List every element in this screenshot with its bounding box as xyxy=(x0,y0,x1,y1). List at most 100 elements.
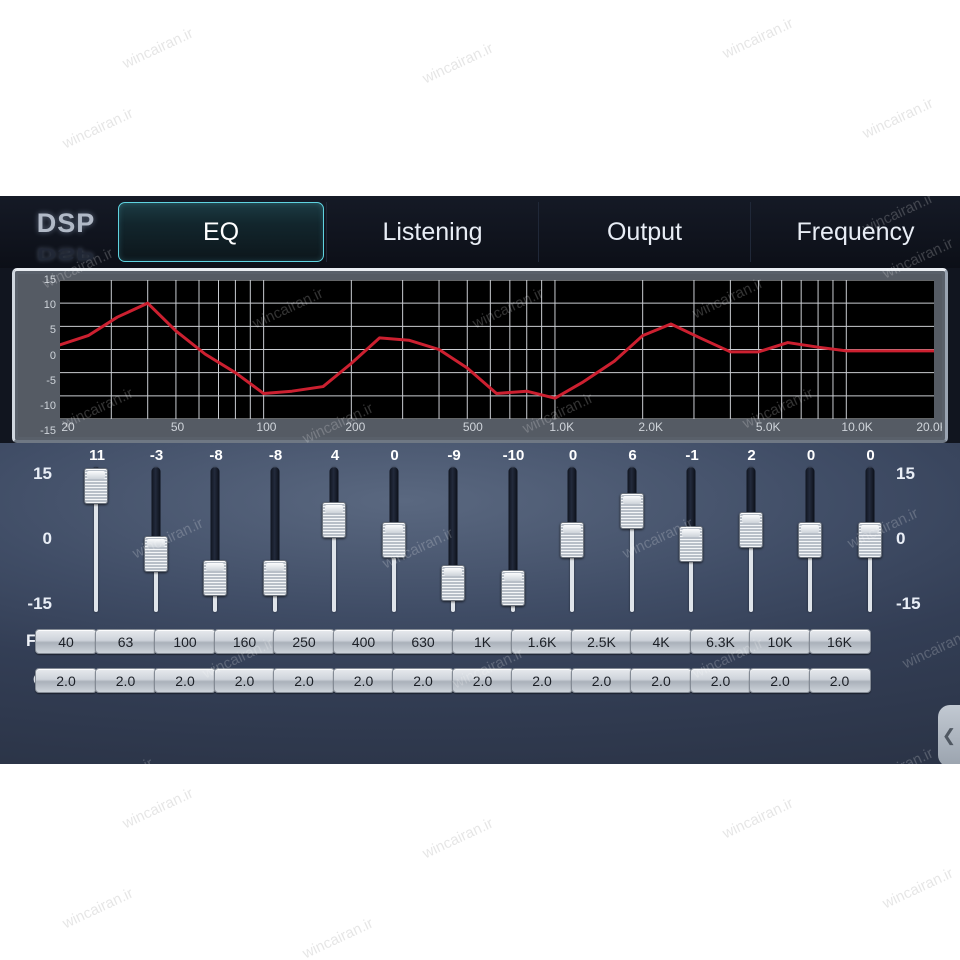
band-gain-value: -8 xyxy=(209,447,223,464)
q-cell[interactable]: 2.0 xyxy=(154,668,216,693)
band-gain-value: 0 xyxy=(568,447,578,464)
gain-scale-left-tick: 0 xyxy=(42,529,52,548)
fader-thumb[interactable] xyxy=(262,560,287,597)
tab-listening-label: Listening xyxy=(382,217,483,246)
fc-cell[interactable]: 10K xyxy=(749,629,811,654)
fader-thumb[interactable] xyxy=(143,536,168,572)
fc-cell[interactable]: 4K xyxy=(630,629,692,654)
q-cell[interactable]: 2.0 xyxy=(570,668,633,693)
fc-cell[interactable]: 40 xyxy=(35,629,97,654)
band-gain-value: 4 xyxy=(330,447,340,464)
watermark: wincairan.ir xyxy=(299,914,376,960)
fc-cell[interactable]: 16K xyxy=(808,629,871,654)
band-gain-value: -3 xyxy=(149,447,164,464)
fc-cell[interactable]: 630 xyxy=(392,629,454,654)
graph-x-tick: 10.0K xyxy=(841,420,873,434)
panel-collapse-handle[interactable]: ❮ xyxy=(938,705,960,764)
band-strip[interactable]: 6 xyxy=(602,443,664,633)
graph-y-tick: -5 xyxy=(46,374,56,387)
fader-thumb[interactable] xyxy=(857,521,882,558)
graph-x-tick: 5.0K xyxy=(755,420,781,434)
fc-cell[interactable]: 2.5K xyxy=(570,629,633,654)
graph-y-tick: 15 xyxy=(43,274,56,286)
tab-output-label: Output xyxy=(606,217,683,246)
band-strip[interactable]: -10 xyxy=(483,443,545,633)
q-cell[interactable]: 2.0 xyxy=(35,668,97,693)
band-strip[interactable]: -9 xyxy=(423,443,485,633)
fader-thumb[interactable] xyxy=(619,492,644,529)
graph-plot-area[interactable] xyxy=(60,280,934,419)
q-cell[interactable]: 2.0 xyxy=(451,668,514,693)
band-strip[interactable]: 11 xyxy=(66,443,128,633)
q-cell[interactable]: 2.0 xyxy=(332,668,395,693)
q-cell[interactable]: 2.0 xyxy=(511,668,573,693)
q-cell[interactable]: 2.0 xyxy=(94,668,157,693)
band-gain-value: -1 xyxy=(685,447,699,464)
band-strip[interactable]: 0 xyxy=(542,443,604,633)
graph-y-tick: 0 xyxy=(49,349,56,362)
fc-cell[interactable]: 6.3K xyxy=(689,629,752,654)
watermark: wincairan.ir xyxy=(119,24,196,73)
band-strip[interactable]: 0 xyxy=(364,443,426,633)
fader-thumb[interactable] xyxy=(441,565,465,601)
band-gain-value: -9 xyxy=(447,447,461,464)
fader-thumb[interactable] xyxy=(322,502,346,539)
graph-x-tick: 100 xyxy=(256,420,277,434)
fc-cell[interactable]: 100 xyxy=(154,629,216,654)
band-gain-value: 11 xyxy=(89,447,105,464)
tab-frequency[interactable]: Frequency xyxy=(750,202,960,262)
fader-thumb[interactable] xyxy=(84,468,108,505)
band-gain-value: -10 xyxy=(502,447,525,464)
q-cell[interactable]: 2.0 xyxy=(749,668,811,693)
watermark: wincairan.ir xyxy=(59,104,136,153)
fader-thumb[interactable] xyxy=(798,521,822,558)
band-strip[interactable]: 0 xyxy=(840,443,902,633)
fc-cell[interactable]: 400 xyxy=(332,629,395,654)
tab-output[interactable]: Output xyxy=(538,202,750,262)
watermark: wincairan.ir xyxy=(719,794,796,843)
q-cell[interactable]: 2.0 xyxy=(689,668,752,693)
q-cell[interactable]: 2.0 xyxy=(273,668,335,693)
band-strip[interactable]: 4 xyxy=(304,443,366,633)
band-strip[interactable]: 0 xyxy=(780,443,842,633)
watermark: wincairan.ir xyxy=(859,94,936,143)
chevron-left-icon: ❮ xyxy=(941,726,957,745)
band-strip[interactable]: 2 xyxy=(721,443,783,633)
dsp-logo-text: DSP xyxy=(36,208,96,238)
graph-x-tick: 50 xyxy=(170,420,185,434)
fader-thumb[interactable] xyxy=(560,521,584,558)
band-strip[interactable]: -1 xyxy=(661,443,723,633)
tab-eq[interactable]: EQ xyxy=(118,202,324,262)
fc-cell[interactable]: 1.6K xyxy=(511,629,573,654)
tab-eq-label: EQ xyxy=(202,217,240,246)
graph-x-axis: 20 50 100 200 500 1.0K 2.0K 5.0K 10.0K 20.0K xyxy=(18,420,942,436)
graph-x-tick: 20 xyxy=(61,420,75,434)
band-strip[interactable]: -8 xyxy=(245,443,307,633)
q-cell[interactable]: 2.0 xyxy=(808,668,871,693)
graph-curve-svg xyxy=(60,280,934,419)
tab-listening[interactable]: Listening xyxy=(326,202,538,262)
band-strip[interactable]: -8 xyxy=(185,443,247,633)
fc-cell[interactable]: 160 xyxy=(213,629,276,654)
fader-thumb[interactable] xyxy=(381,521,406,558)
band-strip[interactable]: -3 xyxy=(126,443,188,633)
band-gain-value: 0 xyxy=(806,447,816,464)
graph-x-tick: 500 xyxy=(462,420,483,434)
fc-cell[interactable]: 1K xyxy=(451,629,514,654)
fc-cell[interactable]: 63 xyxy=(94,629,157,654)
q-cell[interactable]: 2.0 xyxy=(630,668,692,693)
graph-y-tick: 10 xyxy=(43,299,56,312)
fader-thumb[interactable] xyxy=(679,526,703,563)
q-cell[interactable]: 2.0 xyxy=(392,668,454,693)
graph-x-tick: 200 xyxy=(345,420,366,434)
graph-y-axis: 15 10 5 0 -5 -10 -15 xyxy=(18,274,60,437)
fader-thumb[interactable] xyxy=(738,511,763,548)
fader-thumb[interactable] xyxy=(203,560,227,597)
band-gain-value: -8 xyxy=(268,447,283,464)
gain-scale-right: 15 0 -15 xyxy=(896,443,942,633)
watermark: wincairan.ir xyxy=(879,864,956,913)
fader-thumb[interactable] xyxy=(500,569,525,606)
eq-response-graph[interactable]: 15 10 5 0 -5 -10 -15 20 50 100 200 500 1.0K 2.0K 5.0K… xyxy=(12,268,948,443)
fc-cell[interactable]: 250 xyxy=(273,629,335,654)
q-cell[interactable]: 2.0 xyxy=(213,668,276,693)
